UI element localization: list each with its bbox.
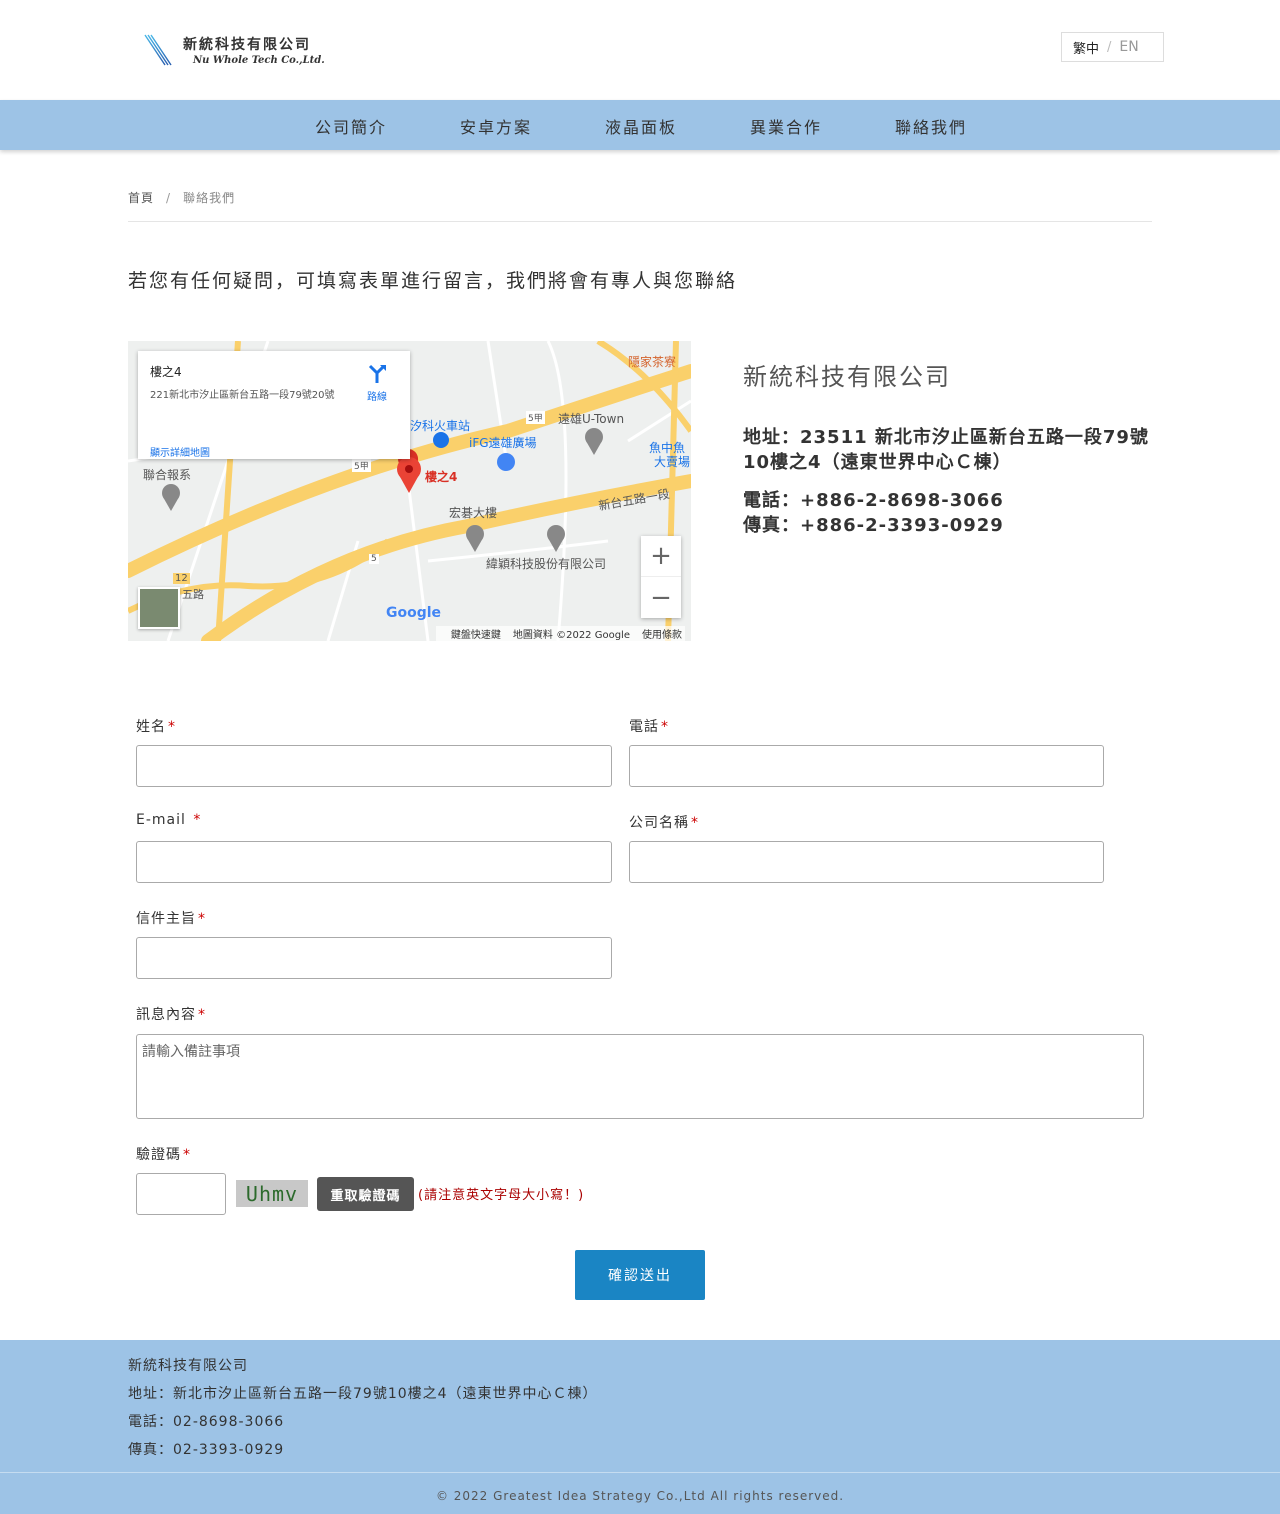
directions-icon (368, 364, 386, 383)
google-logo: Google (386, 605, 442, 621)
company-address: 地址：23511 新北市汐止區新台五路一段79號10樓之4（遠東世界中心Ｃ棟） (743, 427, 1149, 473)
map-keyboard-shortcuts-link[interactable]: 鍵盤快速鍵 (451, 630, 501, 641)
logo-chinese-name: 新統科技有限公司 (183, 37, 311, 53)
map-place-label: 大賣場 (654, 455, 691, 469)
breadcrumb-divider (128, 221, 1152, 222)
name-label-text: 姓名 (136, 719, 166, 735)
map-route-number: 5甲 (526, 411, 545, 424)
phone-label-text: 電話 (629, 719, 659, 735)
breadcrumb-separator: / (166, 191, 172, 205)
captcha-label: 驗證碼 * (136, 1144, 191, 1164)
nav-item-contact[interactable]: 聯絡我們 (895, 114, 967, 138)
satellite-toggle-button[interactable] (138, 587, 180, 629)
company-fax: 傳真：+886-2-3393-0929 (743, 515, 1004, 536)
lang-english[interactable]: EN (1119, 39, 1138, 55)
captcha-label-text: 驗證碼 (136, 1147, 181, 1163)
map-route-number: 5甲 (352, 459, 371, 472)
map-route-number: 5 (369, 554, 379, 564)
footer-phone: 電話：02-8698-3066 (128, 1414, 285, 1430)
map-data-attribution: 地圖資料 ©2022 Google (512, 630, 630, 641)
map-place-label: 隱家茶寮 (628, 355, 677, 369)
logo-n-icon (138, 34, 172, 66)
map-directions-button[interactable]: 路線 (366, 363, 388, 403)
language-switcher: 繁中 / EN (1061, 32, 1164, 62)
breadcrumb-home[interactable]: 首頁 (128, 191, 154, 205)
map-info-address: 221新北市汐止區新台五路一段79號20號 (150, 390, 335, 401)
breadcrumb: 首頁 / 聯絡我們 (128, 189, 235, 206)
map-view-larger-link[interactable]: 顯示詳細地圖 (150, 444, 210, 459)
site-header: 新統科技有限公司 Nu Whole Tech Co.,Ltd. 繁中 / EN (0, 0, 1280, 100)
page-intro: 若您有任何疑問，可填寫表單進行留言，我們將會有專人與您聯絡 (128, 270, 738, 292)
copyright: © 2022 Greatest Idea Strategy Co.,Ltd Al… (435, 1489, 845, 1503)
nav-item-about[interactable]: 公司簡介 (315, 114, 387, 138)
footer-fax: 傳真：02-3393-0929 (128, 1442, 285, 1458)
map-road-label: 五路 (182, 588, 204, 601)
company-label-text: 公司名稱 (629, 815, 689, 831)
company-logo[interactable]: 新統科技有限公司 Nu Whole Tech Co.,Ltd. (136, 33, 325, 67)
company-phone: 電話：+886-2-8698-3066 (743, 490, 1004, 511)
message-textarea[interactable] (136, 1034, 1144, 1119)
map-marker-label: 樓之4 (425, 470, 458, 484)
message-label: 訊息內容 * (136, 1004, 206, 1024)
footer-divider (0, 1472, 1280, 1473)
email-label-text: E-mail (136, 812, 192, 828)
phone-input[interactable] (629, 745, 1104, 787)
google-map[interactable]: 樓之4 隱家茶寮 汐科火車站 遠雄U-Town iFG遠雄廣場 聯合報系 宏碁大… (128, 341, 691, 641)
map-place-label: 緯穎科技股份有限公司 (486, 557, 607, 571)
required-mark: * (198, 911, 206, 927)
required-mark: * (661, 719, 669, 735)
required-mark: * (193, 812, 202, 828)
required-mark: * (183, 1147, 191, 1163)
map-zoom-control: + − (641, 536, 681, 618)
nav-item-android-solutions[interactable]: 安卓方案 (460, 114, 532, 138)
company-name: 新統科技有限公司 (743, 363, 951, 391)
footer-address: 地址：新北市汐止區新台五路一段79號10樓之4（遠東世界中心Ｃ棟） (128, 1386, 598, 1402)
nav-item-partnership[interactable]: 異業合作 (750, 114, 822, 138)
site-footer: 新統科技有限公司 地址：新北市汐止區新台五路一段79號10樓之4（遠東世界中心Ｃ… (0, 1340, 1280, 1514)
required-mark: * (691, 815, 699, 831)
nav-item-lcd-panels[interactable]: 液晶面板 (605, 114, 677, 138)
submit-button[interactable]: 確認送出 (575, 1250, 705, 1300)
map-terms-link[interactable]: 使用條款 (642, 630, 682, 641)
map-place-label: 汐科火車站 (410, 419, 471, 433)
zoom-in-button[interactable]: + (641, 536, 681, 577)
company-name-label: 公司名稱 * (629, 812, 699, 832)
map-place-label: 宏碁大樓 (449, 506, 498, 520)
captcha-case-note: (請注意英文字母大小寫！) (418, 1188, 585, 1203)
subject-input[interactable] (136, 937, 612, 979)
message-label-text: 訊息內容 (136, 1007, 196, 1023)
name-label: 姓名 * (136, 716, 176, 736)
email-input[interactable] (136, 841, 612, 883)
required-mark: * (198, 1007, 206, 1023)
refresh-captcha-button[interactable]: 重取驗證碼 (317, 1177, 414, 1211)
map-place-label: iFG遠雄廣場 (469, 436, 537, 450)
map-info-window: 樓之4 221新北市汐止區新台五路一段79號20號 顯示詳細地圖 路線 (138, 351, 410, 459)
captcha-input[interactable] (136, 1173, 226, 1215)
lang-traditional-chinese[interactable]: 繁中 (1073, 38, 1099, 57)
captcha-image: Uhmv (236, 1180, 308, 1207)
map-place-label: 遠雄U-Town (558, 412, 625, 426)
email-label: E-mail * (136, 812, 201, 828)
directions-label: 路線 (367, 392, 387, 403)
lang-separator: / (1107, 39, 1112, 55)
map-attribution: 鍵盤快速鍵 地圖資料 ©2022 Google 使用條款 (435, 626, 685, 641)
logo-english-name: Nu Whole Tech Co.,Ltd. (193, 55, 325, 66)
breadcrumb-current: 聯絡我們 (183, 191, 236, 205)
phone-label: 電話 * (629, 716, 669, 736)
main-nav: 公司簡介 安卓方案 液晶面板 異業合作 聯絡我們 (0, 100, 1280, 150)
company-name-input[interactable] (629, 841, 1104, 883)
subject-label-text: 信件主旨 (136, 911, 196, 927)
map-route-number: 12 (173, 573, 190, 584)
zoom-out-button[interactable]: − (641, 577, 681, 618)
map-place-label: 聯合報系 (143, 468, 192, 482)
required-mark: * (168, 719, 176, 735)
subject-label: 信件主旨 * (136, 908, 206, 928)
footer-company-name: 新統科技有限公司 (128, 1358, 248, 1374)
map-info-title: 樓之4 (150, 365, 182, 379)
name-input[interactable] (136, 745, 612, 787)
